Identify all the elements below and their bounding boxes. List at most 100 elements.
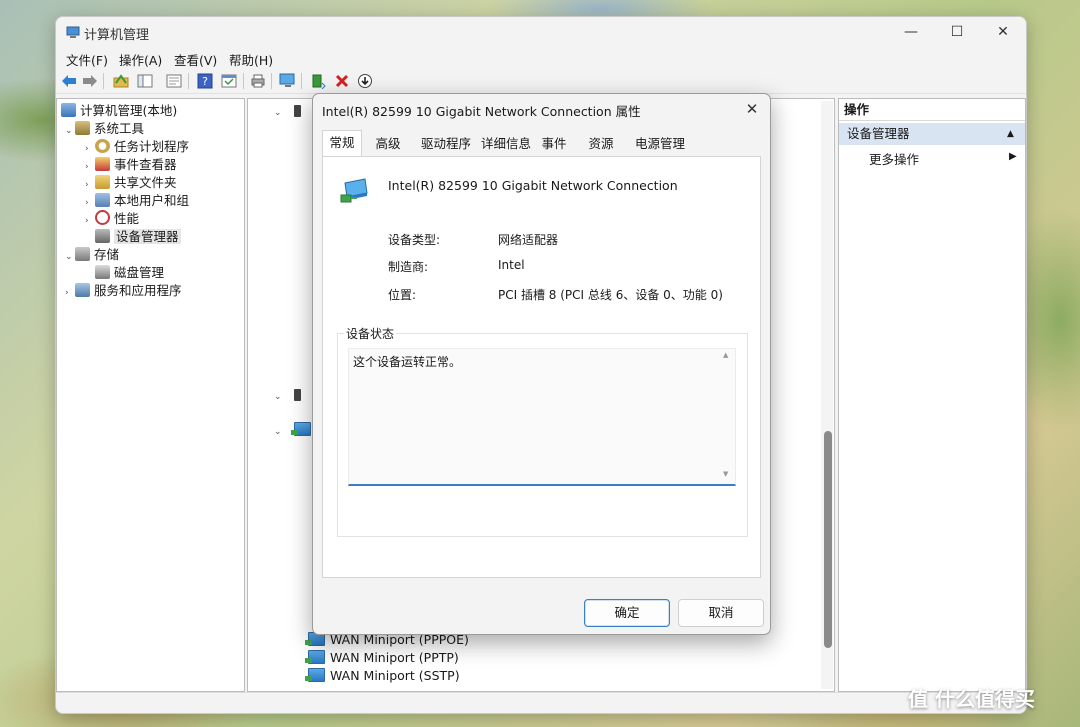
menu-help[interactable]: 帮助(H) xyxy=(229,50,273,69)
actions-pane: 操作 设备管理器 ▲ 更多操作 ▶ xyxy=(838,98,1026,692)
location-label: 位置: xyxy=(388,288,417,302)
scroll-down-icon[interactable]: ▼ xyxy=(723,470,728,478)
collapse-up-icon[interactable]: ▲ xyxy=(1007,123,1014,145)
console-tree: 计算机管理(本地) ⌄ 系统工具 › 任务计划程序 › 事件查看器 › 共享文件夹 › 本… xyxy=(56,98,245,692)
device-item[interactable]: WAN Miniport (SSTP) xyxy=(305,667,460,685)
vertical-scrollbar[interactable] xyxy=(821,101,833,689)
tree-item-system-tools[interactable]: ⌄ 系统工具 xyxy=(65,120,144,137)
tab-driver[interactable]: 驱动程序 xyxy=(417,132,475,156)
services-icon xyxy=(75,283,90,297)
usb-icon xyxy=(293,389,301,401)
chevron-down-icon[interactable]: ⌄ xyxy=(274,427,282,437)
chevron-down-icon[interactable]: ⌄ xyxy=(65,123,75,140)
device-category-network-adapters[interactable]: ⌄ xyxy=(274,421,316,439)
tree-item-local-users[interactable]: › 本地用户和组 xyxy=(85,192,189,209)
vertical-scrollbar[interactable]: ▲ ▼ xyxy=(720,349,734,482)
event-viewer-icon xyxy=(95,157,110,171)
location-value: PCI 插槽 8 (PCI 总线 6、设备 0、功能 0) xyxy=(498,288,723,302)
svg-text:?: ? xyxy=(202,75,208,88)
network-adapter-icon xyxy=(305,650,325,664)
general-tab-panel: Intel(R) 82599 10 Gigabit Network Connec… xyxy=(322,156,761,578)
device-status-text: 这个设备运转正常。 xyxy=(353,355,462,369)
users-icon xyxy=(95,193,110,207)
disk-icon xyxy=(95,265,110,279)
computer-icon xyxy=(61,103,76,117)
tab-resources[interactable]: 资源 xyxy=(583,132,619,156)
chevron-right-icon[interactable]: › xyxy=(85,213,95,230)
tab-details[interactable]: 详细信息 xyxy=(477,132,535,156)
tree-item-task-scheduler[interactable]: › 任务计划程序 xyxy=(85,138,189,155)
tree-item-storage[interactable]: ⌄ 存储 xyxy=(65,246,119,263)
disable-icon[interactable] xyxy=(356,72,374,90)
title-bar[interactable]: 计算机管理 — ☐ ✕ xyxy=(56,17,1026,47)
tree-label: 存储 xyxy=(94,247,120,262)
print-icon[interactable] xyxy=(249,72,267,90)
tree-label: 系统工具 xyxy=(94,121,145,136)
chevron-right-icon[interactable]: › xyxy=(65,285,75,302)
tree-label: 共享文件夹 xyxy=(114,175,177,190)
tree-item-device-manager[interactable]: 设备管理器 xyxy=(95,228,181,245)
tree-label: 服务和应用程序 xyxy=(94,283,182,298)
device-label: WAN Miniport (SSTP) xyxy=(330,668,460,683)
minimize-button[interactable]: — xyxy=(888,17,934,47)
tree-label: 计算机管理(本地) xyxy=(80,103,178,118)
maximize-button[interactable]: ☐ xyxy=(934,17,980,47)
tab-advanced[interactable]: 高级 xyxy=(368,132,408,156)
tab-power-management[interactable]: 电源管理 xyxy=(631,132,689,156)
menu-bar: 文件(F) 操作(A) 查看(V) 帮助(H) xyxy=(56,48,1026,68)
back-icon[interactable] xyxy=(60,72,78,90)
device-status-group-label: 设备状态 xyxy=(344,325,397,342)
shared-folder-icon xyxy=(95,175,110,189)
tree-item-services-apps[interactable]: › 服务和应用程序 xyxy=(65,282,182,299)
device-type-label: 设备类型: xyxy=(388,233,441,247)
uninstall-icon[interactable] xyxy=(333,72,351,90)
help-icon[interactable]: ? xyxy=(196,72,214,90)
ok-button[interactable]: 确定 xyxy=(584,599,670,627)
tree-item-performance[interactable]: › 性能 xyxy=(85,210,139,227)
chevron-right-icon[interactable]: ▶ xyxy=(1009,151,1017,162)
manufacturer-label: 制造商: xyxy=(388,260,429,274)
device-status-textbox[interactable]: 这个设备运转正常。 ▲ ▼ xyxy=(348,348,736,486)
network-adapter-icon xyxy=(340,178,368,203)
chevron-down-icon[interactable]: ⌄ xyxy=(274,392,282,402)
chevron-down-icon[interactable]: ⌄ xyxy=(274,108,282,118)
network-adapter-icon xyxy=(290,422,311,436)
tools-icon xyxy=(75,121,90,135)
actions-section-label: 设备管理器 xyxy=(847,126,910,141)
tree-label: 任务计划程序 xyxy=(114,139,190,154)
console-tree-icon[interactable] xyxy=(136,72,154,90)
tab-events[interactable]: 事件 xyxy=(537,132,571,156)
computer-management-icon xyxy=(66,26,80,38)
device-category-collapsed[interactable]: ⌄ xyxy=(274,102,301,120)
more-actions-item[interactable]: 更多操作 xyxy=(869,149,919,168)
scroll-up-icon[interactable]: ▲ xyxy=(723,351,728,359)
actions-section-device-manager[interactable]: 设备管理器 ▲ xyxy=(839,123,1025,145)
device-item[interactable]: WAN Miniport (PPTP) xyxy=(305,649,459,667)
tree-item-root[interactable]: 计算机管理(本地) xyxy=(61,102,177,119)
update-driver-icon[interactable] xyxy=(309,72,327,90)
manufacturer-value: Intel xyxy=(498,258,525,272)
export-icon[interactable] xyxy=(165,72,183,90)
up-folder-icon[interactable] xyxy=(112,72,130,90)
scrollbar-thumb[interactable] xyxy=(824,431,832,648)
tree-label: 设备管理器 xyxy=(114,229,181,244)
tree-item-disk-management[interactable]: 磁盘管理 xyxy=(95,264,164,281)
dialog-close-button[interactable]: ✕ xyxy=(739,97,765,121)
watermark: 值 什么值得买 xyxy=(908,687,1035,711)
menu-file[interactable]: 文件(F) xyxy=(66,50,108,69)
close-button[interactable]: ✕ xyxy=(980,17,1026,47)
properties-icon[interactable] xyxy=(220,72,238,90)
dialog-title: Intel(R) 82599 10 Gigabit Network Connec… xyxy=(322,104,641,119)
storage-icon xyxy=(75,247,90,261)
tree-label: 事件查看器 xyxy=(114,157,177,172)
cancel-button[interactable]: 取消 xyxy=(678,599,764,627)
tab-general[interactable]: 常规 xyxy=(322,130,362,158)
chevron-down-icon[interactable]: ⌄ xyxy=(65,249,75,266)
forward-icon[interactable] xyxy=(81,72,99,90)
tree-item-event-viewer[interactable]: › 事件查看器 xyxy=(85,156,177,173)
menu-view[interactable]: 查看(V) xyxy=(174,50,217,69)
scan-hardware-icon[interactable] xyxy=(279,72,297,90)
menu-action[interactable]: 操作(A) xyxy=(119,50,162,69)
tree-item-shared-folders[interactable]: › 共享文件夹 xyxy=(85,174,177,191)
device-category-collapsed[interactable]: ⌄ xyxy=(274,386,301,404)
